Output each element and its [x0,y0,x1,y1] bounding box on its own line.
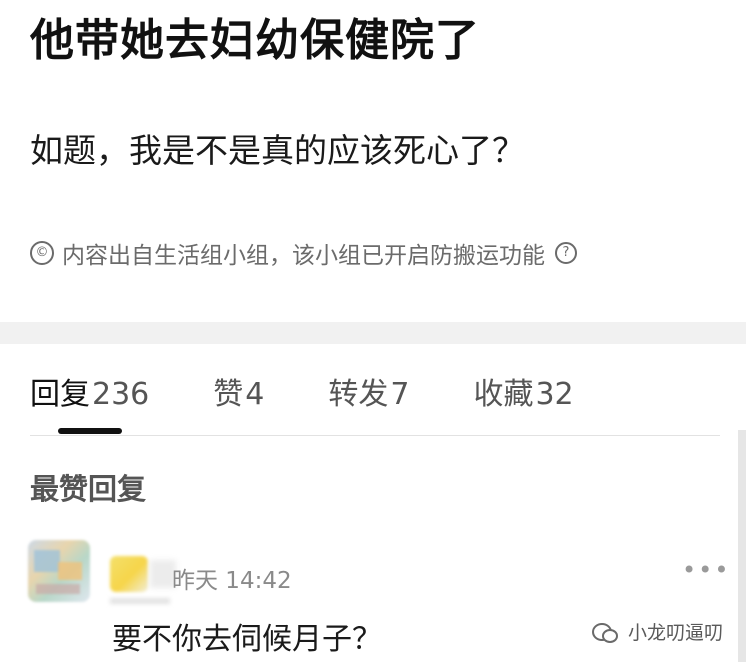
tab-favorites-label: 收藏 [473,377,534,412]
help-icon[interactable]: ? [555,242,577,264]
copyright-icon: © [30,241,54,265]
watermark-text: 小龙叨逼叨 [628,622,724,644]
avatar-blur-block [58,562,82,580]
tab-likes-count: 4 [245,377,265,412]
avatar-blur-block [36,584,80,594]
tab-likes-label: 赞 [213,377,244,412]
post-body: 如题，我是不是真的应该死心了？ [30,131,525,170]
top-replies-heading: 最赞回复 [30,472,147,506]
tab-shares[interactable]: 转发 7 [328,369,409,413]
avatar[interactable] [28,540,90,602]
reply-time: 昨天 14:42 [172,568,292,594]
tab-replies-label: 回复 [30,377,90,412]
subtitle-blurred [110,598,170,604]
tab-bar: 回复 236 赞 4 转发 7 收藏 32 [30,366,574,416]
tab-favorites-count: 32 [535,377,574,412]
tab-divider [30,435,720,436]
tab-shares-count: 7 [390,377,410,412]
tab-favorites[interactable]: 收藏 32 [473,369,573,413]
section-separator [0,322,746,344]
wechat-icon [592,621,618,643]
reply-text: 要不你去伺候月子？ [112,622,382,657]
tab-likes[interactable]: 赞 4 [213,369,264,413]
tab-replies[interactable]: 回复 236 [30,369,149,413]
source-notice: © 内容出自生活组小组，该小组已开启防搬运功能 ? [30,236,577,270]
source-notice-text: 内容出自生活组小组，该小组已开启防搬运功能 [62,243,545,269]
scrollbar[interactable] [738,430,746,662]
post-title: 他带她去妇幼保健院了 [30,15,480,66]
tab-shares-label: 转发 [328,377,389,412]
user-badge-blurred [110,556,148,592]
active-tab-indicator [58,428,122,434]
more-options-button[interactable]: ••• [682,558,730,582]
watermark: 小龙叨逼叨 [592,618,723,645]
avatar-blur-block [34,550,60,572]
tab-replies-count: 236 [92,377,150,412]
